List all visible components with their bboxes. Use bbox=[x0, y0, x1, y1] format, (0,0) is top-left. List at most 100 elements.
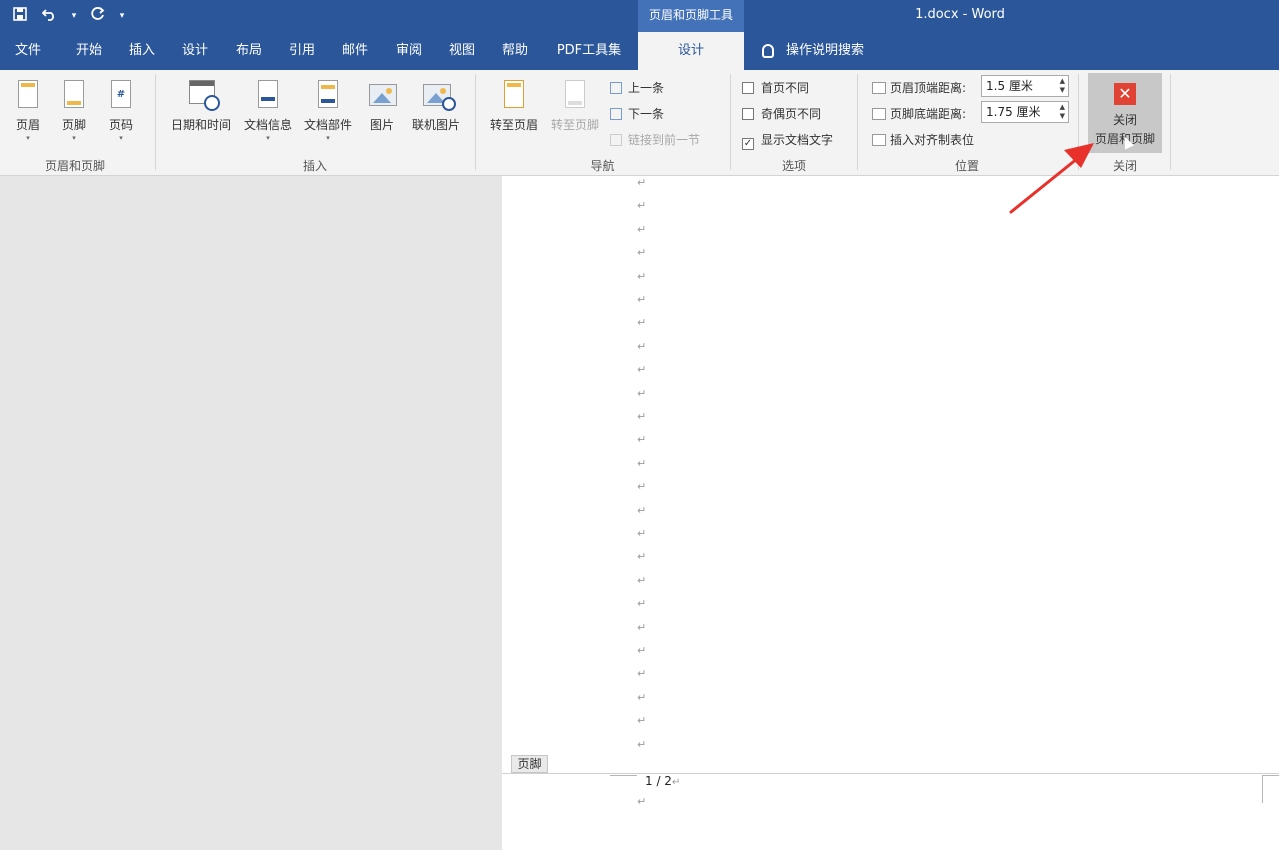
show-document-text-checkbox[interactable]: ✓ 显示文档文字 bbox=[742, 131, 833, 150]
group-divider bbox=[730, 74, 731, 170]
footer-button[interactable]: 页脚 ▾ bbox=[56, 78, 92, 143]
document-info-button[interactable]: 文档信息 ▾ bbox=[240, 78, 296, 143]
different-first-page-checkbox[interactable]: 首页不同 bbox=[742, 79, 809, 96]
tab-layout[interactable]: 布局 bbox=[224, 32, 274, 70]
header-position-icon bbox=[872, 82, 886, 94]
header-icon bbox=[14, 78, 42, 112]
redo-icon[interactable] bbox=[88, 7, 108, 25]
ribbon-tab-bar: 文件 开始 插入 设计 布局 引用 邮件 审阅 视图 帮助 PDF工具集 设计 … bbox=[0, 32, 1279, 70]
document-info-icon bbox=[254, 78, 282, 112]
paragraph-mark: ↵ bbox=[637, 714, 647, 728]
link-to-previous-button[interactable]: 链接到前一节 bbox=[610, 131, 700, 148]
goto-footer-button[interactable]: 转至页脚 bbox=[546, 78, 604, 133]
ribbon: 页眉 ▾ 页脚 ▾ # 页码 ▾ 页眉和页脚 日期和时间 文档信息 ▾ 文档部件… bbox=[0, 70, 1279, 176]
undo-icon[interactable] bbox=[40, 7, 60, 25]
paragraph-mark: ↵ bbox=[637, 737, 647, 751]
paragraph-mark: ↵ bbox=[637, 527, 647, 540]
tab-home[interactable]: 开始 bbox=[62, 32, 116, 70]
group-divider bbox=[475, 74, 476, 170]
group-divider bbox=[857, 74, 858, 170]
margin-corner-mark bbox=[610, 775, 637, 776]
tab-review[interactable]: 审阅 bbox=[384, 32, 434, 70]
picture-button[interactable]: 图片 bbox=[364, 78, 400, 133]
group-label-insert: 插入 bbox=[302, 159, 327, 173]
paragraph-mark: ↵ bbox=[637, 316, 647, 330]
group-divider bbox=[155, 74, 156, 170]
tab-mailings[interactable]: 邮件 bbox=[330, 32, 380, 70]
header-button[interactable]: 页眉 ▾ bbox=[10, 78, 46, 143]
header-top-distance-label: 页眉顶端距离: bbox=[872, 79, 966, 96]
group-label-navigation: 导航 bbox=[590, 159, 615, 173]
previous-icon bbox=[610, 82, 622, 94]
tab-help[interactable]: 帮助 bbox=[490, 32, 540, 70]
group-label-header-footer: 页眉和页脚 bbox=[44, 159, 105, 173]
paragraph-mark: ↵ bbox=[637, 456, 647, 470]
picture-icon bbox=[368, 78, 397, 112]
link-icon bbox=[610, 134, 622, 146]
footer-paragraph-mark: ↵ bbox=[637, 795, 647, 808]
paragraph-mark: ↵ bbox=[637, 363, 647, 377]
footer-page-number[interactable]: 1 / 2↵ bbox=[645, 774, 680, 788]
header-top-distance-spinner[interactable]: 1.5 厘米 ▲ ▼ bbox=[981, 75, 1069, 97]
paragraph-mark: ↵ bbox=[637, 667, 647, 681]
goto-header-button[interactable]: 转至页眉 bbox=[484, 78, 544, 133]
paragraph-mark: ↵ bbox=[637, 176, 647, 189]
tab-pdf-tools[interactable]: PDF工具集 bbox=[546, 32, 632, 70]
paragraph-mark: ↵ bbox=[637, 410, 647, 423]
goto-footer-icon bbox=[561, 78, 589, 112]
window-title: 1.docx - Word bbox=[915, 7, 1005, 22]
tell-me-search[interactable]: 操作说明搜索 bbox=[762, 32, 864, 70]
paragraph-mark: ↵ bbox=[637, 690, 647, 704]
tab-references[interactable]: 引用 bbox=[278, 32, 326, 70]
previous-button[interactable]: 上一条 bbox=[610, 79, 664, 96]
paragraph-mark: ↵ bbox=[637, 620, 647, 634]
tab-insert[interactable]: 插入 bbox=[118, 32, 166, 70]
calendar-clock-icon bbox=[187, 78, 220, 112]
footer-icon bbox=[60, 78, 88, 112]
online-picture-button[interactable]: 联机图片 bbox=[406, 78, 466, 133]
tab-design[interactable]: 设计 bbox=[170, 32, 220, 70]
paragraph-mark: ↵ bbox=[637, 503, 647, 517]
title-bar: ▾ ▾ 页眉和页脚工具 1.docx - Word bbox=[0, 0, 1279, 32]
date-time-button[interactable]: 日期和时间 bbox=[166, 78, 236, 133]
customize-qat-icon[interactable]: ▾ bbox=[118, 11, 126, 21]
footer-bottom-distance-spinner[interactable]: 1.75 厘米 ▲ ▼ bbox=[981, 101, 1069, 123]
spinner-arrows-icon[interactable]: ▲ ▼ bbox=[1060, 77, 1065, 95]
close-icon: ✕ bbox=[1114, 83, 1136, 105]
group-label-options: 选项 bbox=[781, 159, 806, 173]
paragraph-mark: ↵ bbox=[637, 550, 647, 564]
footer-bottom-distance-label: 页脚底端距离: bbox=[872, 105, 966, 122]
page-number-icon: # bbox=[107, 78, 135, 112]
lightbulb-icon bbox=[762, 43, 774, 58]
undo-dropdown-icon[interactable]: ▾ bbox=[70, 11, 78, 21]
paragraph-mark: ↵ bbox=[637, 246, 647, 260]
next-button[interactable]: 下一条 bbox=[610, 105, 664, 122]
page-number-button[interactable]: # 页码 ▾ bbox=[103, 78, 139, 143]
spinner-arrows-icon[interactable]: ▲ ▼ bbox=[1060, 103, 1065, 121]
tab-view[interactable]: 视图 bbox=[438, 32, 486, 70]
context-tab-group-title: 页眉和页脚工具 bbox=[638, 0, 744, 32]
group-label-position: 位置 bbox=[954, 159, 979, 173]
paragraph-mark: ↵ bbox=[637, 222, 647, 236]
paragraph-mark: ↵ bbox=[637, 644, 647, 657]
paragraph-mark: ↵ bbox=[637, 269, 647, 283]
tab-file[interactable]: 文件 bbox=[0, 32, 56, 70]
group-divider bbox=[1078, 74, 1079, 170]
next-icon bbox=[610, 108, 622, 120]
save-icon[interactable] bbox=[10, 7, 30, 25]
paragraph-mark: ↵ bbox=[637, 597, 647, 611]
goto-header-icon bbox=[500, 78, 528, 112]
paragraph-mark: ↵ bbox=[637, 433, 647, 447]
checkmark-icon: ✓ bbox=[742, 138, 754, 150]
margin-corner-mark bbox=[1262, 775, 1279, 776]
tab-header-footer-design[interactable]: 设计 bbox=[638, 32, 744, 70]
paragraph-mark: ↵ bbox=[637, 293, 647, 306]
paragraph-mark: ↵ bbox=[637, 386, 647, 400]
insert-alignment-tab-button[interactable]: 插入对齐制表位 bbox=[872, 131, 974, 148]
footer-position-icon bbox=[872, 108, 886, 120]
different-odd-even-checkbox[interactable]: 奇偶页不同 bbox=[742, 105, 821, 122]
quick-parts-button[interactable]: 文档部件 ▾ bbox=[300, 78, 356, 143]
paragraph-mark: ↵ bbox=[637, 573, 647, 587]
document-page[interactable] bbox=[502, 176, 1279, 850]
paragraph-mark: ↵ bbox=[637, 480, 647, 494]
